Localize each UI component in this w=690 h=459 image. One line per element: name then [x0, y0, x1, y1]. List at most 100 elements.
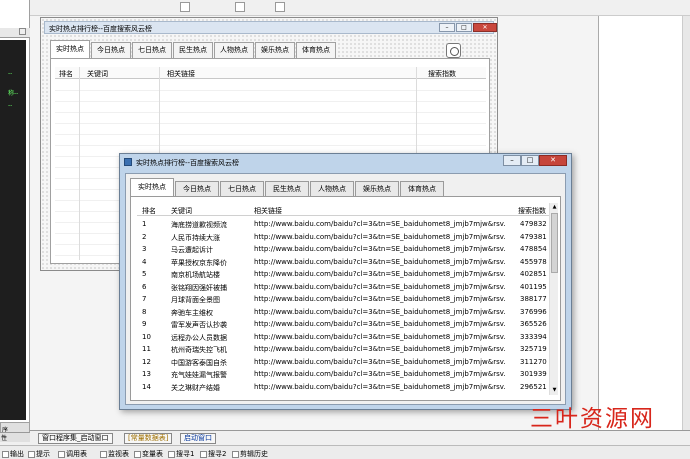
- table-row[interactable]: 10 远程办公人员数据 http://www.baidu.com/baidu?cl=…: [137, 331, 557, 343]
- tab-startup-assembly[interactable]: 窗口程序集_启动窗口: [38, 433, 113, 444]
- clip-history-tab[interactable]: 剪辑历史: [232, 449, 268, 459]
- cell-count: 301939: [520, 370, 547, 378]
- minimize-button[interactable]: –: [503, 155, 521, 166]
- cell-link: http://www.baidu.com/baidu?cl=3&tn=SE_ba…: [254, 357, 506, 366]
- search2-tab[interactable]: 搜寻2: [200, 449, 226, 459]
- cell-rank: 6: [142, 282, 147, 291]
- cell-count: 479381: [520, 232, 547, 241]
- design-form-titlebar: 实时热点排行榜--百度搜索风云榜 – □ ✕: [44, 21, 497, 34]
- left-panel-scroll-up[interactable]: [19, 28, 26, 35]
- tab-seven-day[interactable]: 七日热点: [132, 42, 172, 58]
- maximize-button[interactable]: □: [521, 155, 539, 166]
- toolbar-checkbox[interactable]: [180, 2, 190, 12]
- table-row[interactable]: 12 中国游客泰国自杀 http://www.baidu.com/baidu?cl=…: [137, 356, 557, 368]
- designer-right-pane: [598, 16, 690, 430]
- watermark: 三叶资源网: [530, 406, 655, 432]
- cell-keyword: 充气娃娃漏气报警: [171, 371, 227, 379]
- tab-realtime[interactable]: 实时热点: [130, 178, 174, 196]
- cell-link: http://www.baidu.com/baidu?cl=3&tn=SE_ba…: [254, 282, 506, 291]
- column-header-link[interactable]: 相关链接: [167, 69, 195, 79]
- close-button[interactable]: ✕: [539, 155, 567, 166]
- column-header-count[interactable]: 搜索指数: [518, 206, 546, 216]
- column-header-rank[interactable]: 排名: [59, 69, 73, 79]
- cell-count: 388177: [520, 295, 547, 303]
- cell-link: http://www.baidu.com/baidu?cl=3&tn=SE_ba…: [254, 370, 506, 378]
- tab-constant-table[interactable]: [常量数据表]: [124, 433, 173, 444]
- tab-seven-day[interactable]: 七日热点: [220, 181, 264, 196]
- scroll-down-icon[interactable]: ▼: [551, 387, 558, 394]
- tab-livelihood[interactable]: 民生热点: [265, 181, 309, 196]
- table-row[interactable]: 14 关之琳财产结婚 http://www.baidu.com/baidu?cl=3…: [137, 381, 557, 393]
- table-row[interactable]: 8 奔驰车主维权 http://www.baidu.com/baidu?cl=3&t…: [137, 306, 557, 318]
- scroll-thumb[interactable]: [551, 213, 558, 273]
- cell-link: http://www.baidu.com/baidu?cl=3&tn=SE_ba…: [254, 382, 506, 391]
- code-editor-area[interactable]: -- 称-- --: [0, 40, 26, 420]
- cell-rank: 12: [142, 357, 151, 366]
- bottom-panel-tabs: 输出 提示 调用表 监视表 变量表 搜寻1 搜寻2 剪辑历史: [0, 445, 690, 459]
- table-row[interactable]: 13 充气娃娃漏气报警 http://www.baidu.com/baidu?cl=…: [137, 368, 557, 380]
- cell-keyword: 月球背面全景图: [171, 296, 220, 304]
- tab-today[interactable]: 今日热点: [175, 181, 219, 196]
- cell-count: 311270: [520, 357, 547, 366]
- table-row[interactable]: 2 人民币持续大涨 http://www.baidu.com/baidu?cl=3&…: [137, 231, 557, 243]
- designer-scrollbar[interactable]: [682, 16, 690, 430]
- table-row[interactable]: 3 马云遭起诉计 http://www.baidu.com/baidu?cl=3&t…: [137, 243, 557, 255]
- table-row[interactable]: 7 月球背面全景图 http://www.baidu.com/baidu?cl=3&…: [137, 293, 557, 305]
- output-tab[interactable]: 输出: [2, 449, 24, 459]
- table-row[interactable]: 4 苹果授权京东降价 http://www.baidu.com/baidu?cl=3…: [137, 256, 557, 268]
- table-row[interactable]: 5 南京机场航站楼 http://www.baidu.com/baidu?cl=3&…: [137, 268, 557, 280]
- left-tab-property[interactable]: 性: [0, 432, 30, 442]
- app-icon: [124, 158, 132, 166]
- column-header-count[interactable]: 搜索指数: [428, 69, 456, 79]
- tab-startup-window[interactable]: 启动窗口: [180, 433, 216, 444]
- cell-count: 296521: [520, 382, 547, 391]
- column-header-link[interactable]: 相关链接: [254, 206, 282, 216]
- timer-icon[interactable]: [446, 43, 461, 58]
- run-window[interactable]: 实时热点排行榜--百度搜索风云榜 – □ ✕ 实时热点 今日热点 七日热点 民生…: [119, 153, 572, 410]
- column-header-keyword[interactable]: 关键词: [87, 69, 108, 79]
- tab-entertainment[interactable]: 娱乐热点: [355, 181, 399, 196]
- watch-table-tab[interactable]: 监视表: [100, 449, 129, 459]
- table-scrollbar[interactable]: ▲ ▼: [549, 203, 558, 395]
- ide-left-panel: -- 称-- -- 序 性: [0, 0, 30, 442]
- tab-entertainment[interactable]: 娱乐热点: [255, 42, 295, 58]
- cell-rank: 13: [142, 370, 151, 378]
- close-button[interactable]: ✕: [473, 23, 497, 32]
- maximize-button[interactable]: □: [456, 23, 472, 32]
- cell-rank: 5: [142, 270, 147, 278]
- tab-today[interactable]: 今日热点: [91, 42, 131, 58]
- left-tab-program[interactable]: 序: [0, 422, 30, 434]
- cell-count: 455978: [520, 257, 547, 266]
- table-row[interactable]: 11 杭州奇瑞失控飞机 http://www.baidu.com/baidu?cl=…: [137, 343, 557, 355]
- search1-tab[interactable]: 搜寻1: [168, 449, 194, 459]
- grid-divider: [79, 67, 80, 260]
- variable-table-tab[interactable]: 变量表: [134, 449, 163, 459]
- table-row[interactable]: 6 张铭翔因强奸被捕 http://www.baidu.com/baidu?cl=3…: [137, 281, 557, 293]
- tab-sports[interactable]: 体育热点: [296, 42, 336, 58]
- hint-tab[interactable]: 提示: [28, 449, 50, 459]
- table-row[interactable]: 1 海底捞道歉视频流 http://www.baidu.com/baidu?cl=3…: [137, 218, 557, 230]
- column-header-rank[interactable]: 排名: [142, 206, 156, 216]
- run-window-titlebar[interactable]: 实时热点排行榜--百度搜索风云榜 – □ ✕: [120, 154, 571, 170]
- tab-people[interactable]: 人物热点: [214, 42, 254, 58]
- toolbar-checkbox[interactable]: [235, 2, 245, 12]
- cell-rank: 10: [142, 332, 151, 341]
- hot-list-table[interactable]: 排名 关键词 相关链接 搜索指数 1 海底捞道歉视频流 http://www.bai…: [137, 203, 557, 398]
- column-header-keyword[interactable]: 关键词: [171, 206, 192, 216]
- cell-keyword: 远程办公人员数据: [171, 333, 227, 342]
- toolbar-checkbox[interactable]: [275, 2, 285, 12]
- table-row[interactable]: 9 雷军发声否认抄袭 http://www.baidu.com/baidu?cl=3…: [137, 318, 557, 330]
- tab-sports[interactable]: 体育热点: [400, 181, 444, 196]
- run-window-body: 实时热点 今日热点 七日热点 民生热点 人物热点 娱乐热点 体育热点 排名 关键…: [125, 173, 566, 405]
- tab-livelihood[interactable]: 民生热点: [173, 42, 213, 58]
- tab-realtime[interactable]: 实时热点: [50, 40, 90, 58]
- cell-keyword: 南京机场航站楼: [171, 271, 220, 279]
- cell-link: http://www.baidu.com/baidu?cl=3&tn=SE_ba…: [254, 257, 506, 266]
- tab-people[interactable]: 人物热点: [310, 181, 354, 196]
- cell-keyword: 杭州奇瑞失控飞机: [171, 346, 227, 354]
- cell-link: http://www.baidu.com/baidu?cl=3&tn=SE_ba…: [254, 245, 506, 253]
- scroll-up-icon[interactable]: ▲: [551, 204, 558, 211]
- call-table-tab[interactable]: 调用表: [58, 449, 87, 459]
- minimize-button[interactable]: –: [439, 23, 455, 32]
- cell-count: 325719: [520, 345, 547, 353]
